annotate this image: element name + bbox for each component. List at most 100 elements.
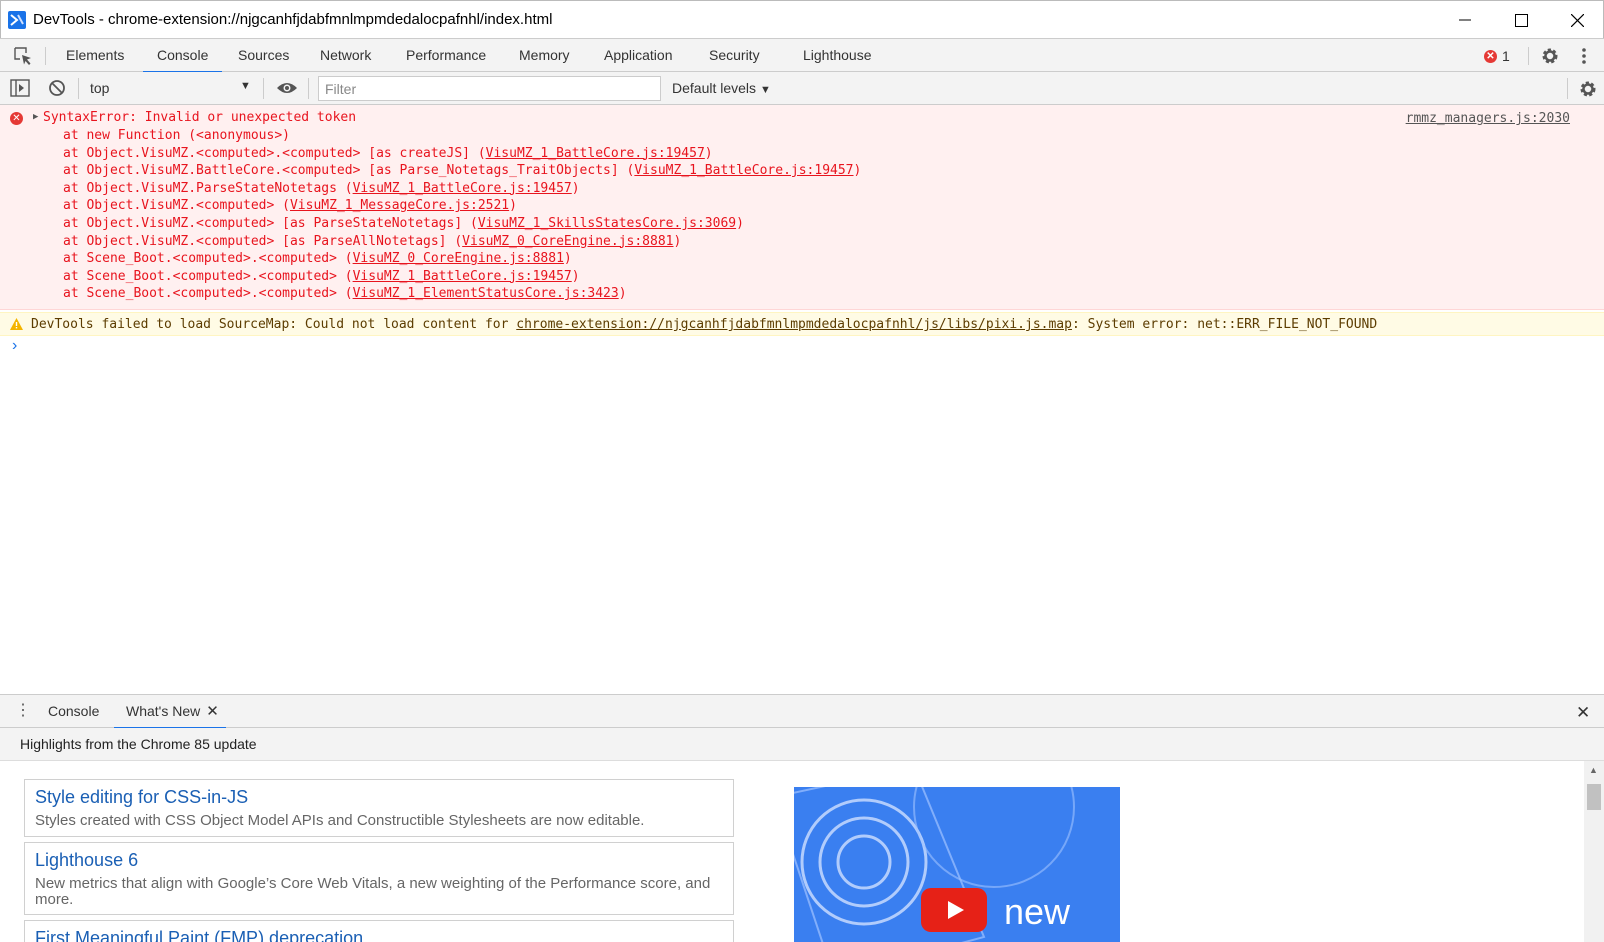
stack-frame-link[interactable]: VisuMZ_1_MessageCore.js:2521 (290, 198, 509, 213)
filter-input[interactable] (318, 76, 661, 101)
stack-frame-link[interactable]: VisuMZ_1_BattleCore.js:19457 (353, 269, 572, 284)
stack-frame-text: at Object.VisuMZ.<computed>.<computed> [… (63, 145, 486, 161)
console-prompt-chevron-icon[interactable]: › (12, 337, 17, 355)
inspect-element-icon[interactable] (13, 46, 33, 66)
devtools-app-icon (8, 11, 26, 29)
warning-suffix: : System error: net::ERR_FILE_NOT_FOUND (1071, 317, 1378, 332)
tab-performance[interactable]: Performance (406, 39, 486, 72)
stack-frame: at Object.VisuMZ.<computed> (VisuMZ_1_Me… (63, 198, 517, 213)
scrollbar[interactable]: ▲ (1584, 761, 1604, 942)
warning-prefix: DevTools failed to load SourceMap: Could… (31, 317, 517, 332)
feature-title[interactable]: Style editing for CSS-in-JS (35, 787, 248, 808)
stack-frame-close-paren: ) (853, 163, 862, 179)
error-source-link[interactable]: rmmz_managers.js:2030 (1406, 111, 1570, 126)
feature-card[interactable]: First Meaningful Paint (FMP) deprecation (24, 920, 734, 942)
stack-frame: at Object.VisuMZ.ParseStateNotetags (Vis… (63, 181, 580, 196)
stack-frame-text: at Object.VisuMZ.ParseStateNotetags ( (63, 180, 353, 196)
maximize-icon (1514, 13, 1528, 27)
minimize-icon (1459, 19, 1471, 21)
drawer-tab-whats-new[interactable]: What's New ✕ (113, 695, 227, 729)
drawer-tab-whats-new-label: What's New (126, 703, 201, 719)
tab-separator (45, 47, 46, 65)
error-message[interactable]: ✕ ▶ SyntaxError: Invalid or unexpected t… (0, 105, 1604, 310)
live-expression-eye-icon[interactable] (276, 81, 298, 95)
error-icon: ✕ (1484, 49, 1497, 63)
feature-title[interactable]: First Meaningful Paint (FMP) deprecation (35, 928, 363, 942)
tab-security[interactable]: Security (709, 39, 760, 72)
toolbar-separator (1567, 78, 1568, 99)
context-selector[interactable]: top (90, 80, 109, 96)
chevron-down-icon: ▼ (759, 84, 771, 96)
close-window-button[interactable] (1549, 1, 1604, 39)
main-tab-bar: Elements Console Sources Network Perform… (0, 38, 1604, 73)
window-titlebar: DevTools - chrome-extension://njgcanhfjd… (0, 0, 1604, 38)
stack-frame: at Scene_Boot.<computed>.<computed> (Vis… (63, 286, 627, 301)
stack-frame-close-paren: ) (673, 233, 682, 249)
stack-frame-close-paren: ) (563, 251, 572, 267)
drawer-tab-console[interactable]: Console (48, 695, 99, 728)
stack-frame: at new Function (<anonymous>) (63, 128, 290, 143)
stack-frame-text: at Scene_Boot.<computed>.<computed> ( (63, 286, 353, 302)
stack-frame-link[interactable]: VisuMZ_1_BattleCore.js:19457 (634, 163, 853, 178)
more-options-icon[interactable] (1581, 46, 1587, 66)
play-icon (948, 901, 964, 919)
stack-frame: at Object.VisuMZ.<computed>.<computed> [… (63, 146, 713, 161)
scroll-up-icon[interactable]: ▲ (1589, 765, 1598, 775)
tab-sources[interactable]: Sources (238, 39, 289, 72)
video-thumbnail[interactable]: new (794, 787, 1120, 942)
console-settings-gear-icon[interactable] (1578, 79, 1598, 99)
whats-new-panel[interactable]: Style editing for CSS-in-JS Styles creat… (0, 761, 1604, 942)
warning-link[interactable]: chrome-extension://njgcanhfjdabfmnlmpmde… (516, 317, 1072, 332)
tab-elements[interactable]: Elements (66, 39, 124, 72)
feature-card[interactable]: Style editing for CSS-in-JS Styles creat… (24, 779, 734, 837)
stack-frame-close-paren: ) (509, 198, 517, 214)
stack-frame-link[interactable]: VisuMZ_1_ElementStatusCore.js:3423 (353, 286, 619, 301)
tab-application[interactable]: Application (604, 39, 673, 72)
whats-new-header: Highlights from the Chrome 85 update (0, 728, 1604, 761)
stack-frame-link[interactable]: VisuMZ_1_SkillsStatesCore.js:3069 (478, 216, 736, 231)
stack-frame-link[interactable]: VisuMZ_0_CoreEngine.js:8881 (462, 234, 673, 249)
stack-frame: at Object.VisuMZ.<computed> [as ParseAll… (63, 234, 681, 249)
close-tab-icon[interactable]: ✕ (206, 695, 219, 728)
stack-frame-text: at Scene_Boot.<computed>.<computed> ( (63, 251, 353, 267)
tab-lighthouse[interactable]: Lighthouse (803, 39, 872, 72)
maximize-button[interactable] (1493, 1, 1549, 39)
feature-title[interactable]: Lighthouse 6 (35, 850, 138, 871)
console-output[interactable]: ✕ ▶ SyntaxError: Invalid or unexpected t… (0, 105, 1604, 694)
error-count-badge[interactable]: ✕ 1 (1484, 48, 1510, 64)
warning-message[interactable]: DevTools failed to load SourceMap: Could… (0, 312, 1604, 336)
stack-frame-link[interactable]: VisuMZ_0_CoreEngine.js:8881 (353, 251, 564, 266)
stack-frame-close-paren: ) (618, 286, 627, 302)
stack-frame-link[interactable]: VisuMZ_1_BattleCore.js:19457 (486, 146, 705, 161)
toolbar-separator (308, 78, 309, 99)
tab-memory[interactable]: Memory (519, 39, 570, 72)
chevron-down-icon[interactable]: ▼ (240, 80, 251, 92)
stack-frame-text: at new Function (<anonymous>) (63, 128, 290, 143)
toolbar-separator (263, 78, 264, 99)
feature-description: Styles created with CSS Object Model API… (35, 812, 645, 829)
drawer-menu-icon[interactable]: ⋮ (15, 703, 31, 719)
toolbar-separator (78, 78, 79, 99)
stack-frame: at Scene_Boot.<computed>.<computed> (Vis… (63, 251, 572, 266)
tab-console[interactable]: Console (142, 39, 223, 73)
close-icon (1570, 13, 1584, 27)
youtube-play-button[interactable] (921, 888, 987, 932)
close-drawer-icon[interactable]: ✕ (1576, 703, 1590, 723)
tab-network[interactable]: Network (320, 39, 371, 72)
toolbar-separator (1528, 47, 1529, 65)
highlights-title: Highlights from the Chrome 85 update (20, 736, 257, 752)
log-levels-dropdown[interactable]: Default levels ▼ (672, 80, 771, 96)
window-title: DevTools - chrome-extension://njgcanhfjd… (33, 11, 553, 28)
stack-frame-text: at Object.VisuMZ.<computed> ( (63, 198, 290, 214)
error-icon: ✕ (10, 112, 23, 125)
stack-frame-link[interactable]: VisuMZ_1_BattleCore.js:19457 (353, 181, 572, 196)
minimize-button[interactable] (1437, 1, 1493, 39)
scrollbar-thumb[interactable] (1587, 784, 1601, 810)
sidebar-toggle-icon[interactable] (10, 79, 30, 97)
warning-text: DevTools failed to load SourceMap: Could… (31, 317, 1377, 332)
expand-triangle-icon[interactable]: ▶ (33, 112, 38, 122)
settings-gear-icon[interactable] (1540, 46, 1560, 66)
clear-console-icon[interactable] (48, 79, 66, 97)
feature-card[interactable]: Lighthouse 6 New metrics that align with… (24, 842, 734, 915)
stack-frame-close-paren: ) (571, 268, 580, 284)
